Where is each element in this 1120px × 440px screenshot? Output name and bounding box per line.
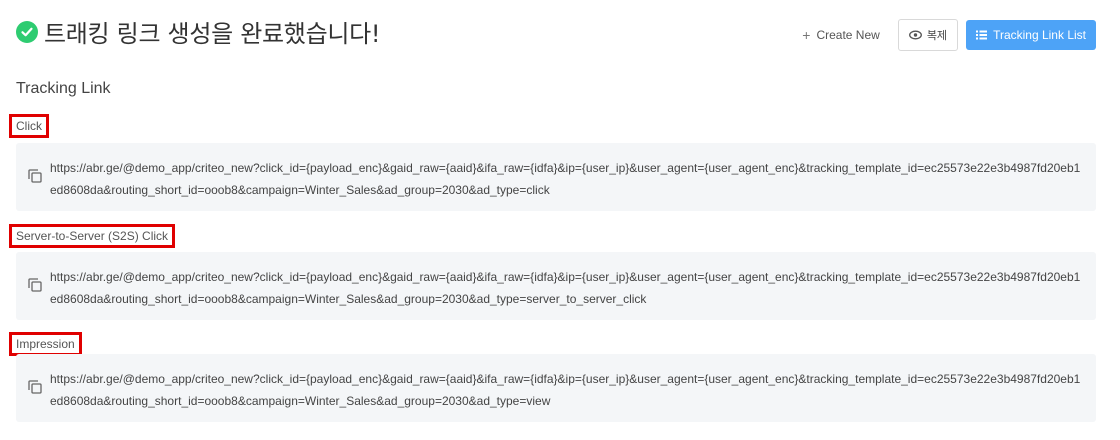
s2s-click-link-url[interactable]: https://abr.ge/@demo_app/criteo_new?clic…	[50, 266, 1086, 310]
duplicate-label: 복제	[926, 29, 948, 42]
s2s-click-link-label: Server-to-Server (S2S) Click	[9, 224, 176, 248]
impression-link-url[interactable]: https://abr.ge/@demo_app/criteo_new?clic…	[50, 368, 1086, 412]
plus-icon: +	[802, 27, 811, 43]
tracking-link-list-button[interactable]: Tracking Link List	[966, 20, 1096, 50]
click-link-box: https://abr.ge/@demo_app/criteo_new?clic…	[16, 143, 1096, 211]
click-link-label: Click	[9, 114, 49, 138]
create-new-label: Create New	[816, 28, 880, 42]
tracking-link-complete-page: 트래킹 링크 생성을 완료했습니다! + Create New 복제 Track…	[0, 0, 1120, 440]
impression-link-label: Impression	[9, 332, 82, 356]
duplicate-button[interactable]: 복제	[897, 19, 959, 51]
copy-icon[interactable]	[28, 169, 42, 183]
copy-icon[interactable]	[28, 380, 42, 394]
impression-link-box: https://abr.ge/@demo_app/criteo_new?clic…	[16, 354, 1096, 422]
eye-icon	[908, 30, 922, 40]
section-title: Tracking Link	[16, 80, 111, 97]
list-icon	[976, 30, 988, 40]
click-link-url[interactable]: https://abr.ge/@demo_app/criteo_new?clic…	[50, 157, 1086, 201]
check-circle-icon	[16, 20, 38, 43]
create-new-button[interactable]: + Create New	[792, 20, 890, 50]
tracking-link-list-label: Tracking Link List	[993, 28, 1086, 42]
page-header: 트래킹 링크 생성을 완료했습니다!	[16, 14, 381, 49]
page-title: 트래킹 링크 생성을 완료했습니다!	[44, 20, 381, 48]
header-actions: + Create New 복제 Tracking Link List	[792, 19, 1096, 51]
s2s-click-link-box: https://abr.ge/@demo_app/criteo_new?clic…	[16, 252, 1096, 320]
copy-icon[interactable]	[28, 278, 42, 292]
